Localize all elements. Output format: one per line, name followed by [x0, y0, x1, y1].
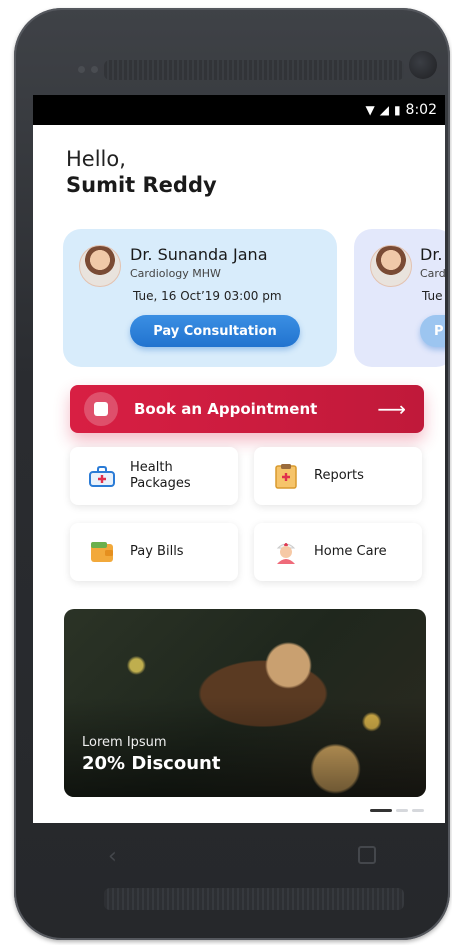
greeting-hello: Hello,	[66, 147, 126, 171]
home-icon[interactable]	[358, 846, 376, 864]
bottom-speaker	[104, 888, 404, 910]
doctor-name: Dr.	[420, 245, 443, 264]
pay-consultation-button[interactable]: P	[420, 315, 445, 347]
doctor-specialty: Cardiology MHW	[130, 267, 221, 280]
home-care-tile[interactable]: Home Care	[254, 523, 422, 581]
doctor-avatar	[79, 245, 121, 287]
wifi-icon: ▼	[365, 103, 375, 117]
carousel-indicator	[370, 809, 424, 812]
appointment-datetime: Tue	[422, 289, 443, 303]
health-packages-label: Health Packages	[130, 460, 191, 491]
clipboard-report-icon	[270, 460, 302, 492]
promo-banner[interactable]: Lorem Ipsum 20% Discount	[64, 609, 426, 797]
doctor-specialty: Card	[420, 267, 445, 280]
carousel-dot-active[interactable]	[370, 809, 392, 812]
front-camera	[409, 51, 437, 79]
health-packages-tile[interactable]: Health Packages	[70, 447, 238, 505]
appointment-datetime: Tue, 16 Oct’19 03:00 pm	[133, 289, 282, 303]
reports-label: Reports	[314, 468, 364, 483]
sensor-dots	[78, 66, 98, 73]
doctor-appointment-card[interactable]: Dr. Card Tue P	[354, 229, 445, 367]
home-care-label: Home Care	[314, 544, 387, 559]
status-bar: ▼ ◢ ▮ 8:02	[33, 95, 445, 125]
calendar-icon	[84, 392, 118, 426]
pay-consultation-button[interactable]: Pay Consultation	[130, 315, 300, 347]
pay-bills-tile[interactable]: Pay Bills	[70, 523, 238, 581]
user-name: Sumit Reddy	[66, 173, 217, 197]
promo-title: 20% Discount	[82, 753, 221, 774]
hardware-navbar: ‹	[0, 830, 452, 890]
health-package-icon	[86, 460, 118, 492]
arrow-right-icon: ⟶	[377, 397, 406, 421]
carousel-dot[interactable]	[412, 809, 424, 812]
promo-subtitle: Lorem Ipsum	[82, 735, 167, 750]
book-appointment-button[interactable]: Book an Appointment ⟶	[70, 385, 424, 433]
pay-bills-label: Pay Bills	[130, 544, 184, 559]
home-content: Hello, Sumit Reddy Dr. Sunanda Jana Card…	[38, 125, 445, 823]
doctor-name: Dr. Sunanda Jana	[130, 245, 268, 264]
carousel-dot[interactable]	[396, 809, 408, 812]
reports-tile[interactable]: Reports	[254, 447, 422, 505]
wallet-icon	[86, 536, 118, 568]
phone-screen: ▼ ◢ ▮ 8:02 Hello, Sumit Reddy Dr. Sunand…	[33, 95, 445, 823]
status-time: 8:02	[405, 102, 437, 118]
doctor-avatar	[370, 245, 412, 287]
earpiece-speaker	[104, 60, 404, 80]
book-appointment-label: Book an Appointment	[134, 400, 318, 418]
signal-icon: ◢	[379, 103, 389, 117]
doctor-appointment-card[interactable]: Dr. Sunanda Jana Cardiology MHW Tue, 16 …	[63, 229, 337, 367]
nurse-icon	[270, 536, 302, 568]
back-icon[interactable]: ‹	[108, 844, 117, 869]
battery-icon: ▮	[393, 103, 401, 117]
